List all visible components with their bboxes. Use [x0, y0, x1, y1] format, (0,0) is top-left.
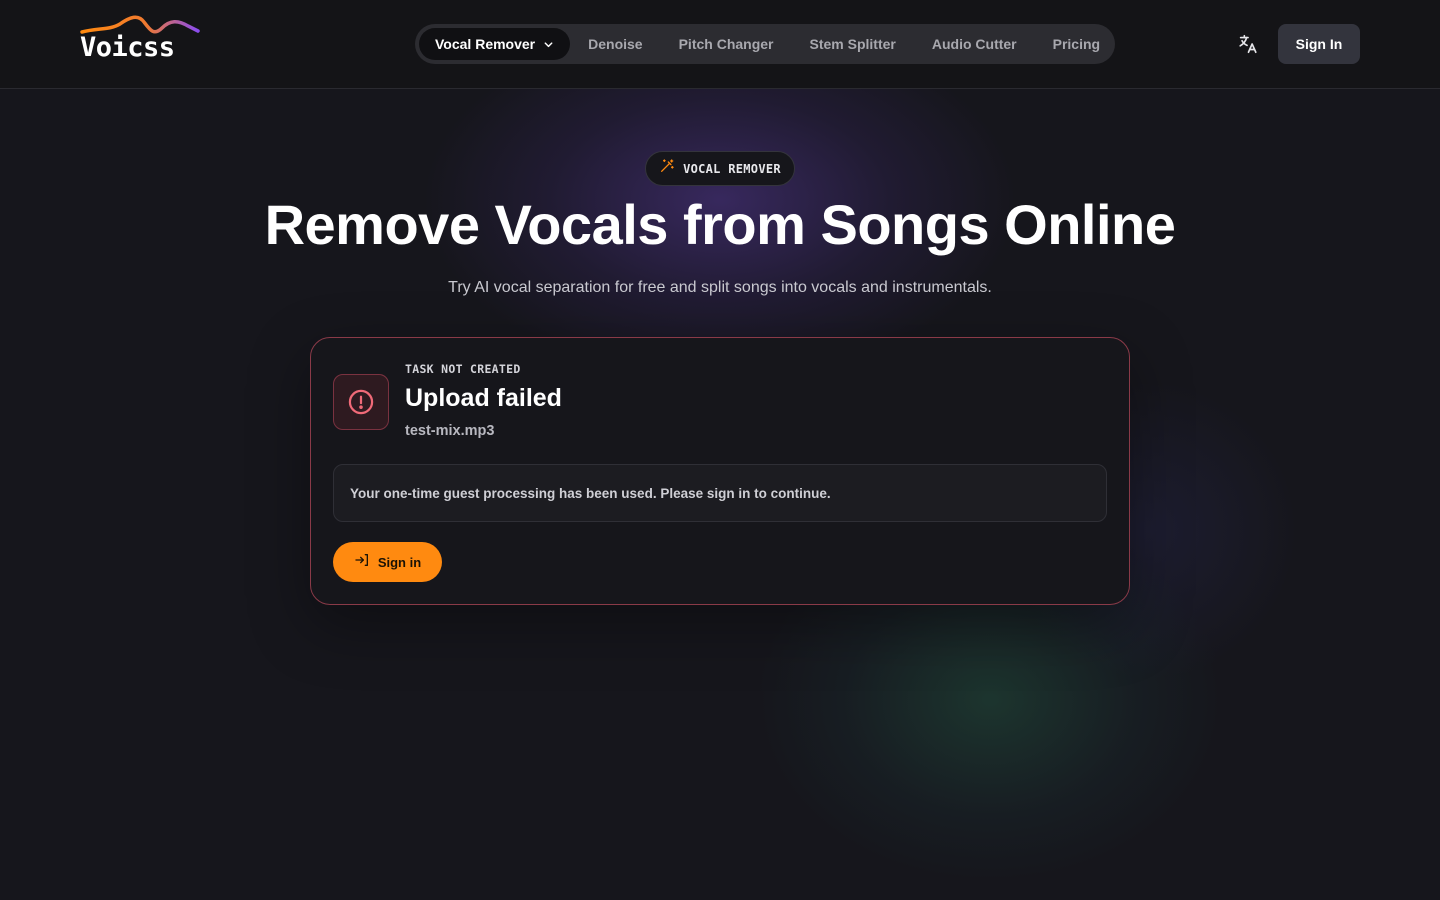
sign-in-cta-button[interactable]: Sign in — [333, 542, 442, 582]
nav-item-label: Vocal Remover — [435, 36, 536, 52]
nav-item-pitch-changer[interactable]: Pitch Changer — [661, 28, 792, 60]
file-name: test-mix.mp3 — [405, 423, 495, 439]
sign-in-icon — [354, 552, 370, 573]
logo[interactable]: Voicss — [80, 12, 210, 64]
nav-item-vocal-remover[interactable]: Vocal Remover — [419, 28, 571, 60]
nav-item-stem-splitter[interactable]: Stem Splitter — [792, 28, 914, 60]
sign-in-cta-label: Sign in — [377, 554, 422, 570]
badge-label: VOCAL REMOVER — [683, 161, 781, 176]
top-header: Voicss Vocal Remover Denoise Pitch Chang… — [0, 0, 1440, 89]
nav-item-label: Audio Cutter — [931, 36, 1017, 52]
error-message: Your one-time guest processing has been … — [350, 485, 831, 501]
section-badge: VOCAL REMOVER — [645, 151, 795, 186]
nav-item-label: Stem Splitter — [809, 36, 896, 52]
chevron-down-icon — [543, 39, 554, 50]
sign-in-button-label: Sign In — [1295, 36, 1343, 52]
upload-error-card: TASK NOT CREATED Upload failed test-mix.… — [310, 337, 1130, 605]
nav-item-label: Pitch Changer — [678, 36, 774, 52]
logo-text: Voicss — [80, 32, 175, 63]
page-title: Remove Vocals from Songs Online — [264, 193, 1176, 256]
nav-item-denoise[interactable]: Denoise — [570, 28, 660, 60]
main-nav: Vocal Remover Denoise Pitch Changer Stem… — [415, 24, 1115, 64]
error-eyebrow: TASK NOT CREATED — [405, 362, 521, 376]
error-title: Upload failed — [405, 384, 562, 412]
translate-icon[interactable] — [1234, 30, 1262, 58]
nav-item-label: Pricing — [1052, 36, 1101, 52]
page-subtitle: Try AI vocal separation for free and spl… — [448, 279, 992, 296]
nav-item-audio-cutter[interactable]: Audio Cutter — [914, 28, 1035, 60]
sign-in-button[interactable]: Sign In — [1278, 24, 1360, 64]
alert-circle-icon — [333, 374, 389, 430]
nav-item-pricing[interactable]: Pricing — [1035, 28, 1118, 60]
error-message-box: Your one-time guest processing has been … — [333, 464, 1107, 522]
nav-item-label: Denoise — [588, 36, 643, 52]
magic-wand-icon — [659, 158, 675, 179]
